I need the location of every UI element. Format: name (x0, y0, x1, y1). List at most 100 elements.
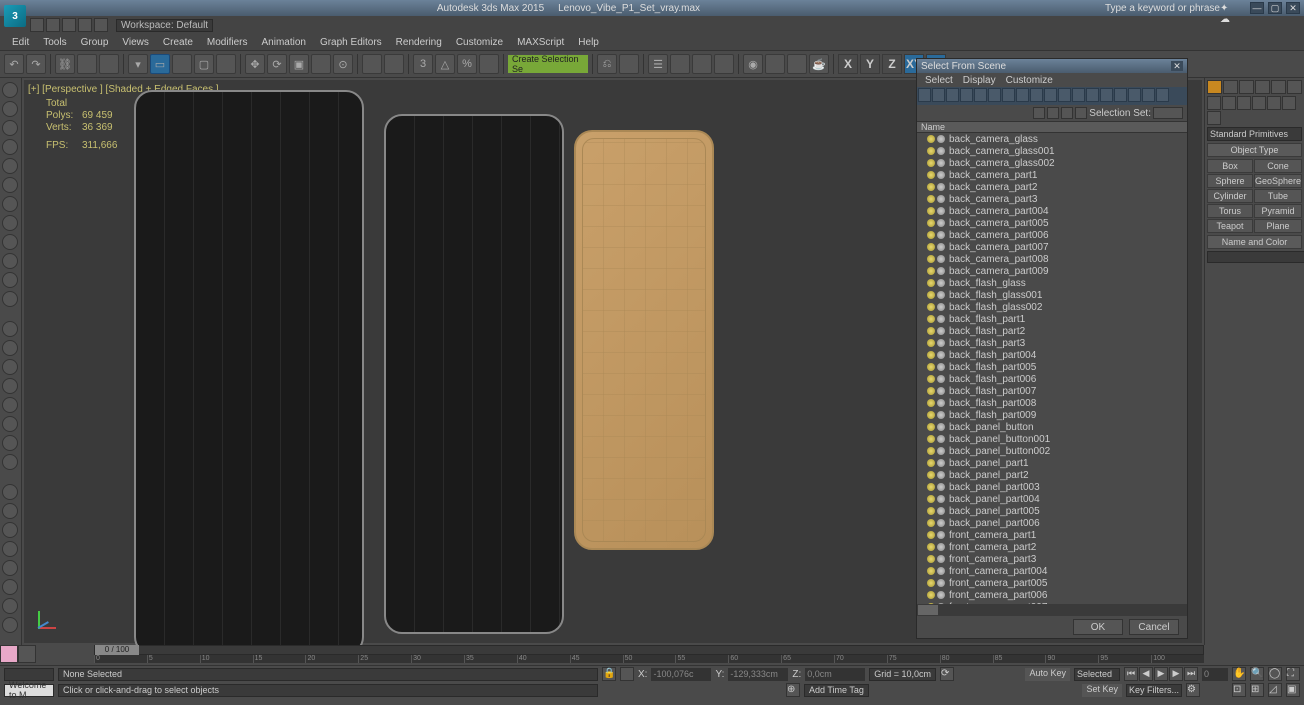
autokey-button[interactable]: Auto Key (1025, 668, 1070, 681)
ribbon-tool-18[interactable] (2, 435, 18, 451)
cloud-icon[interactable]: ☁ (1220, 14, 1230, 25)
list-item[interactable]: back_flash_part1 (917, 313, 1187, 325)
dlg-filter-6[interactable] (1002, 88, 1015, 102)
ribbon-tool-4[interactable] (2, 158, 18, 174)
ribbon-tool-2[interactable] (2, 120, 18, 136)
modify-tab[interactable] (1223, 80, 1238, 94)
mini-listener-icon[interactable] (18, 645, 36, 663)
rfw-icon[interactable] (787, 54, 807, 74)
ribbon-tool-14[interactable] (2, 359, 18, 375)
list-item[interactable]: back_panel_button (917, 421, 1187, 433)
time-slider-knob[interactable]: 0 / 100 (95, 645, 139, 655)
display-tab[interactable] (1271, 80, 1286, 94)
dlg-menu-select[interactable]: Select (925, 75, 953, 86)
phone-object-2[interactable] (384, 114, 564, 634)
cancel-button[interactable]: Cancel (1129, 619, 1179, 635)
coord-z[interactable]: 0,0cm (805, 668, 865, 681)
dlg-filter-5[interactable] (988, 88, 1001, 102)
ribbon-tool-8[interactable] (2, 234, 18, 250)
ribbon-tool-7[interactable] (2, 215, 18, 231)
ribbon-tool-10[interactable] (2, 272, 18, 288)
list-item[interactable]: back_camera_part3 (917, 193, 1187, 205)
matedit-icon[interactable]: ◉ (743, 54, 763, 74)
dlg-filter-16[interactable] (1142, 88, 1155, 102)
window-crossing-icon[interactable] (216, 54, 236, 74)
maximize-vp-icon[interactable]: ⛶ (1286, 667, 1300, 681)
coord-x[interactable]: -100,076c (651, 668, 711, 681)
mirror-icon[interactable]: ⎌ (597, 54, 617, 74)
create-category-0[interactable] (1207, 96, 1221, 110)
phone-object-3[interactable] (574, 130, 714, 550)
matlib-icon[interactable] (714, 54, 734, 74)
ok-button[interactable]: OK (1073, 619, 1123, 635)
ribbon-tool-27[interactable] (2, 617, 18, 633)
create-category-4[interactable] (1267, 96, 1281, 110)
dlg-filter-1[interactable] (932, 88, 945, 102)
list-item[interactable]: back_camera_part007 (917, 241, 1187, 253)
script-listener[interactable] (4, 668, 54, 681)
ribbon-tool-26[interactable] (2, 598, 18, 614)
coord-y[interactable]: -129,333cm (728, 668, 788, 681)
dlg-filter-12[interactable] (1086, 88, 1099, 102)
undo-button[interactable]: ↶ (4, 54, 24, 74)
list-item[interactable]: back_flash_part2 (917, 325, 1187, 337)
list-item[interactable]: front_camera_part005 (917, 577, 1187, 589)
save-icon[interactable] (62, 18, 76, 32)
list-item[interactable]: back_panel_button001 (917, 433, 1187, 445)
keymode-dropdown[interactable]: Selected (1074, 668, 1120, 681)
bind-icon[interactable] (99, 54, 119, 74)
adaptive-icon[interactable]: ⟳ (940, 667, 954, 681)
ribbon-tool-0[interactable] (2, 82, 18, 98)
list-item[interactable]: back_panel_part1 (917, 457, 1187, 469)
list-item[interactable]: back_camera_part004 (917, 205, 1187, 217)
phone-object-1[interactable] (134, 90, 364, 655)
list-item[interactable]: back_flash_glass002 (917, 301, 1187, 313)
object-type-rollout[interactable]: Object Type (1207, 143, 1302, 157)
ribbon-tool-17[interactable] (2, 416, 18, 432)
dlg-menu-display[interactable]: Display (963, 75, 996, 86)
curveed-icon[interactable] (670, 54, 690, 74)
ribbon-tool-16[interactable] (2, 397, 18, 413)
select-button[interactable]: ▭ (150, 54, 170, 74)
anglesnap-icon[interactable]: △ (435, 54, 455, 74)
list-item[interactable]: back_flash_part008 (917, 397, 1187, 409)
selset-dropdown[interactable] (1153, 107, 1183, 119)
filter-icon[interactable] (1047, 107, 1059, 119)
list-item[interactable]: back_panel_part003 (917, 481, 1187, 493)
list-item[interactable]: back_camera_glass001 (917, 145, 1187, 157)
dialog-close-icon[interactable]: ✕ (1171, 61, 1183, 71)
render-setup-icon[interactable] (765, 54, 785, 74)
list-item[interactable]: back_panel_part2 (917, 469, 1187, 481)
create-category-1[interactable] (1222, 96, 1236, 110)
create-category-5[interactable] (1282, 96, 1296, 110)
list-item[interactable]: front_camera_part004 (917, 565, 1187, 577)
cone-button[interactable]: Cone (1254, 159, 1302, 173)
torus-button[interactable]: Torus (1207, 204, 1253, 218)
list-item[interactable]: front_camera_part1 (917, 529, 1187, 541)
column-header-name[interactable]: Name (917, 121, 1187, 133)
next-frame-icon[interactable]: ▶ (1169, 667, 1183, 681)
list-item[interactable]: back_camera_part009 (917, 265, 1187, 277)
redo-button[interactable]: ↷ (26, 54, 46, 74)
tube-button[interactable]: Tube (1254, 189, 1302, 203)
help-search[interactable]: Type a keyword or phrase (1105, 3, 1220, 14)
list-item[interactable]: back_flash_glass (917, 277, 1187, 289)
create-category-6[interactable] (1207, 111, 1221, 125)
list-item[interactable]: back_flash_part006 (917, 373, 1187, 385)
setkey-button[interactable]: Set Key (1082, 684, 1122, 697)
link-icon[interactable]: ⛓ (55, 54, 75, 74)
list-item[interactable]: back_panel_part006 (917, 517, 1187, 529)
workspace-dropdown[interactable]: Workspace: Default (116, 19, 213, 32)
dlg-filter-8[interactable] (1030, 88, 1043, 102)
axis-z[interactable]: Z (882, 54, 902, 74)
primitive-dropdown[interactable]: Standard Primitives (1207, 127, 1302, 141)
pan-icon[interactable]: ✋ (1232, 667, 1246, 681)
axis-x[interactable]: X (838, 54, 858, 74)
dlg-filter-4[interactable] (974, 88, 987, 102)
ribbon-tool-20[interactable] (2, 484, 18, 500)
box-button[interactable]: Box (1207, 159, 1253, 173)
ribbon-tool-24[interactable] (2, 560, 18, 576)
menu-rendering[interactable]: Rendering (390, 37, 448, 48)
timetag-icon[interactable]: ⊕ (786, 683, 800, 697)
zoom-icon[interactable]: 🔍 (1250, 667, 1264, 681)
